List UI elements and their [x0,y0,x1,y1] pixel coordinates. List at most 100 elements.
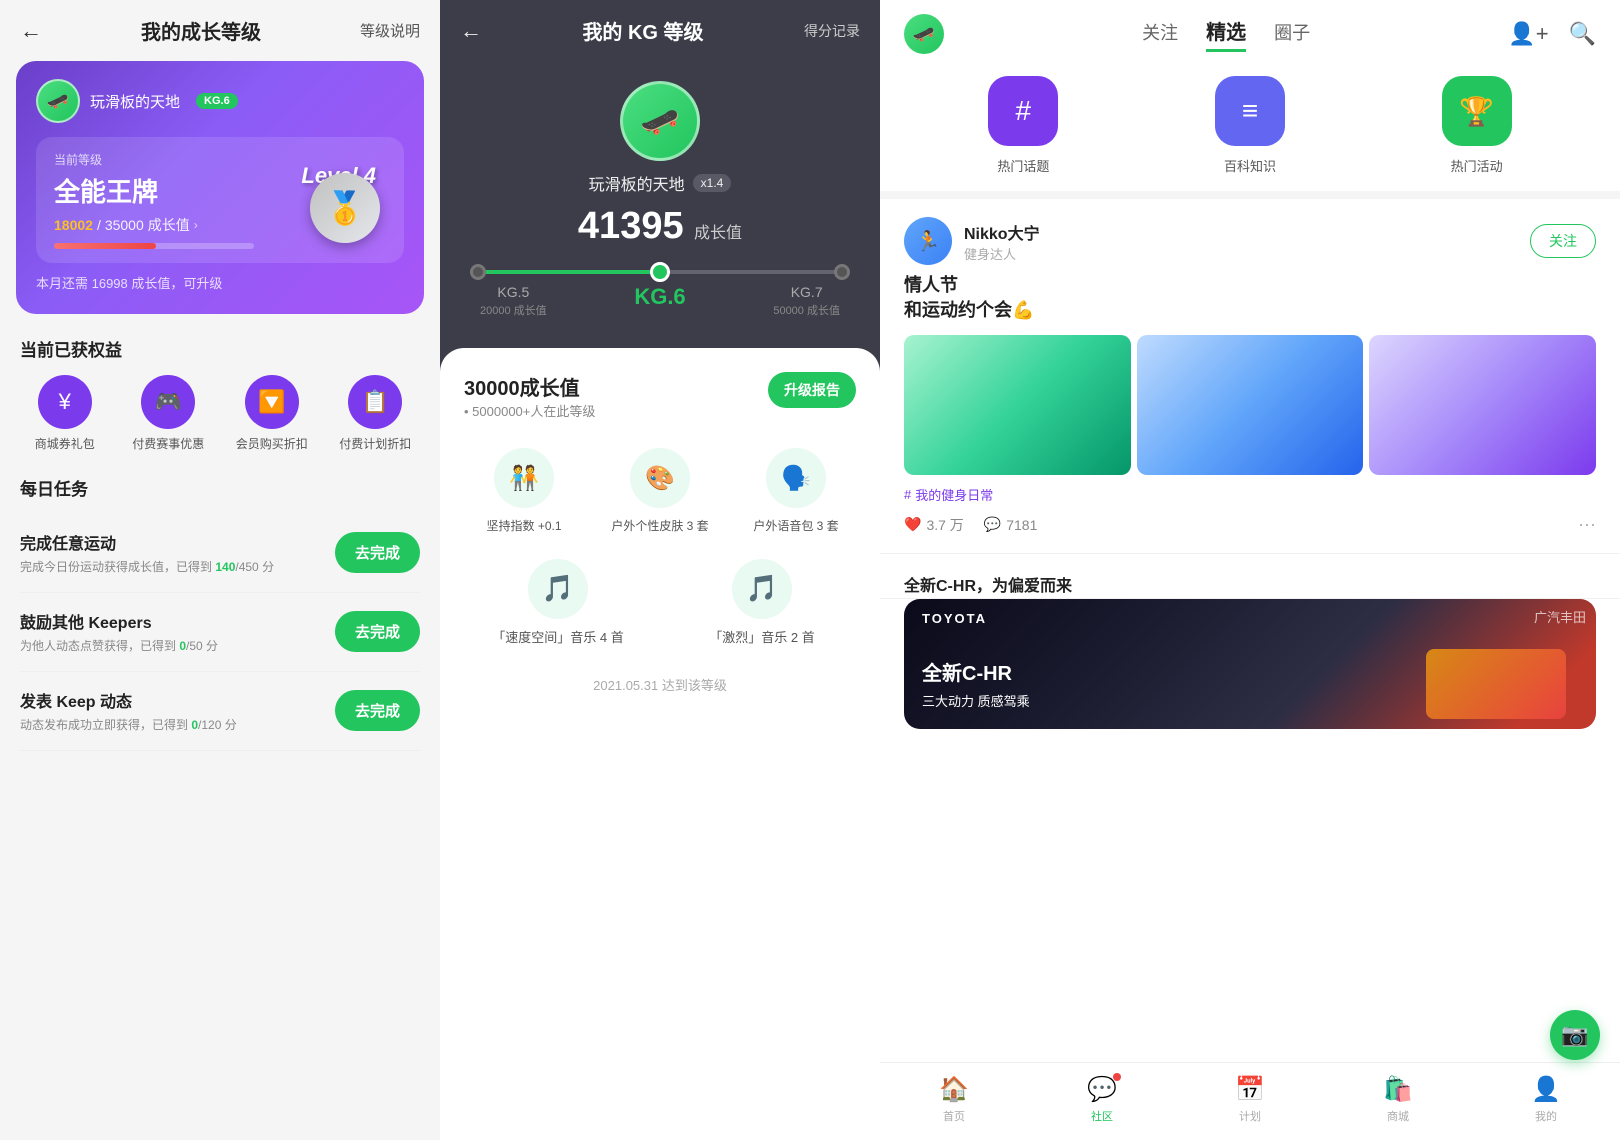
slider-labels: KG.5 20000 成长值 KG.6 KG.7 50000 成长值 [470,284,850,318]
nav-shop[interactable]: 🛍️ 商城 [1383,1075,1413,1124]
nav-circle[interactable]: 圈子 [1274,19,1310,49]
chevron-right-icon: › [194,218,198,232]
quick-icon-activity[interactable]: 🏆 热门活动 [1442,76,1512,175]
score-record-link[interactable]: 得分记录 [804,21,860,41]
community-badge [1113,1073,1121,1081]
slider-dot-kg5 [470,264,486,280]
benefit-item-member: 🔽 会员购买折扣 [227,375,317,453]
ad-car-text: 全新C-HR三大动力 质感驾乘 [922,661,1030,713]
feed-comments[interactable]: 💬 7181 [984,516,1038,533]
feed-user-row: 🏃 Nikko大宁 健身达人 关注 [904,217,1596,265]
card-growth-val: 30000成长值 [464,372,595,401]
slider-dot-kg7 [834,264,850,280]
home-icon: 🏠 [939,1075,969,1104]
benefit2-icon-persist: 🧑‍🤝‍🧑 [494,448,554,508]
benefit2-icon-skin: 🎨 [630,448,690,508]
panel2-username: 玩滑板的天地 [589,171,685,195]
progress-bar-fill [54,243,156,249]
benefit-item-paid: 🎮 付费赛事优惠 [124,375,214,453]
add-user-icon[interactable]: 👤+ [1508,21,1548,47]
divider [880,191,1620,199]
community-icon: 💬 [1087,1076,1117,1103]
panel2-card: 30000成长值 • 5000000+人在此等级 升级报告 🧑‍🤝‍🧑 坚持指数… [440,348,880,1140]
growth-unit: 成长值 [694,225,742,242]
wiki-icon: ≡ [1215,76,1285,146]
panel2-avatar: 🛹 [620,81,700,161]
task-item-exercise: 完成任意运动 完成今日份运动获得成长值，已得到 140/450 分 去完成 [20,514,420,593]
music-label-speed: 「速度空间」音乐 4 首 [492,629,623,647]
music-item-speed: 🎵 「速度空间」音乐 4 首 [464,559,652,647]
task-desc-post: 动态发布成功立即获得，已得到 0/120 分 [20,716,323,734]
activity-icon: 🏆 [1442,76,1512,146]
task-btn-post[interactable]: 去完成 [335,690,420,731]
panel3-nav: 关注 精选 圈子 [1142,16,1310,52]
activity-label: 热门活动 [1451,156,1503,175]
follow-button[interactable]: 关注 [1530,224,1596,258]
hero-username: 玩滑板的天地 [90,91,180,112]
music-item-intense: 🎵 「激烈」音乐 2 首 [668,559,856,647]
quick-icon-wiki[interactable]: ≡ 百科知识 [1215,76,1285,175]
benefit-icon-paid: 🎮 [141,375,195,429]
panel3-user-avatar[interactable]: 🛹 [904,14,944,54]
feed-avatar-nikko[interactable]: 🏃 [904,217,952,265]
panel-growth-level: ← 我的成长等级 等级说明 🛹 玩滑板的天地 KG.6 当前等级 全能王牌 18… [0,0,440,1140]
nav-community[interactable]: 💬 社区 [1087,1075,1117,1124]
music-icon-speed: 🎵 [528,559,588,619]
nav-plan[interactable]: 📅 计划 [1235,1075,1265,1124]
nav-home[interactable]: 🏠 首页 [939,1075,969,1124]
shop-label: 商城 [1387,1108,1409,1124]
camera-fab[interactable]: 📷 [1550,1010,1600,1060]
topic-label: 热门话题 [997,156,1049,175]
current-level-label: 当前等级 [54,151,254,168]
benefit2-persist: 🧑‍🤝‍🧑 坚持指数 +0.1 [464,448,584,535]
nav-featured[interactable]: 精选 [1206,16,1246,52]
card-header: 30000成长值 • 5000000+人在此等级 升级报告 [464,372,856,440]
panel2-user-row: 玩滑板的天地 x1.4 [589,171,732,195]
panel2-back-icon[interactable]: ← [460,18,482,44]
progress-unit: 成长值 [148,215,190,235]
music-label-intense: 「激烈」音乐 2 首 [709,629,814,647]
feed-tag[interactable]: # 我的健身日常 [904,485,993,504]
back-icon[interactable]: ← [20,18,42,44]
ad-card-section: 全新C-HR，为偏爱而来 [880,554,1620,599]
ad-image-card[interactable]: TOYOTA 广汽丰田 全新C-HR三大动力 质感驾乘 [904,599,1596,729]
task-btn-exercise[interactable]: 去完成 [335,532,420,573]
quick-icon-topic[interactable]: # 热门话题 [988,76,1058,175]
level-progress-text[interactable]: 18002 / 35000 成长值 › [54,215,254,235]
benefit-label-paid: 付费赛事优惠 [132,437,204,453]
feed-image-2 [1137,335,1364,475]
search-icon[interactable]: 🔍 [1569,21,1596,47]
benefit2-label-voice: 户外语音包 3 套 [753,518,838,535]
music-icon-intense: 🎵 [732,559,792,619]
upgrade-report-btn[interactable]: 升级报告 [768,372,856,408]
task-name-encourage: 鼓励其他 Keepers [20,609,323,633]
upgrade-hint: 本月还需 16998 成长值，可升级 [36,273,404,292]
nav-follow[interactable]: 关注 [1142,19,1178,49]
feed-stats-row: ❤️ 3.7 万 💬 7181 ··· [904,514,1596,535]
panel3-header: 🛹 关注 精选 圈子 👤+ 🔍 [880,0,1620,54]
slider-label-kg5: KG.5 20000 成长值 [480,284,547,318]
kg6-name: KG.6 [634,284,685,310]
benefit-label-plan: 付费计划折扣 [339,437,411,453]
benefit-item-mall: ¥ 商城券礼包 [20,375,110,453]
nav-profile[interactable]: 👤 我的 [1531,1075,1561,1124]
feed-likes[interactable]: ❤️ 3.7 万 [904,515,964,535]
level-desc-link[interactable]: 等级说明 [360,20,420,41]
ad-title: 全新C-HR，为偏爱而来 [904,572,1596,596]
feed-username: Nikko大宁 [964,220,1040,244]
panel2-header: ← 我的 KG 等级 得分记录 [440,0,880,61]
feed-images [904,335,1596,475]
community-label: 社区 [1091,1108,1113,1124]
multiplier-badge: x1.4 [693,174,732,192]
plan-icon: 📅 [1235,1075,1265,1104]
heart-icon: ❤️ [904,516,921,533]
benefit-icon-plan: 📋 [348,375,402,429]
benefits-grid: ¥ 商城券礼包 🎮 付费赛事优惠 🔽 会员购买折扣 📋 付费计划折扣 [0,375,440,453]
benefit2-skin: 🎨 户外个性皮肤 3 套 [600,448,720,535]
ad-image: TOYOTA 广汽丰田 全新C-HR三大动力 质感驾乘 [904,599,1596,729]
task-name-exercise: 完成任意运动 [20,530,323,554]
task-btn-encourage[interactable]: 去完成 [335,611,420,652]
more-options-icon[interactable]: ··· [1578,514,1596,535]
card-population: • 5000000+人在此等级 [464,401,595,420]
hero-level-left: 当前等级 全能王牌 18002 / 35000 成长值 › [54,151,254,249]
